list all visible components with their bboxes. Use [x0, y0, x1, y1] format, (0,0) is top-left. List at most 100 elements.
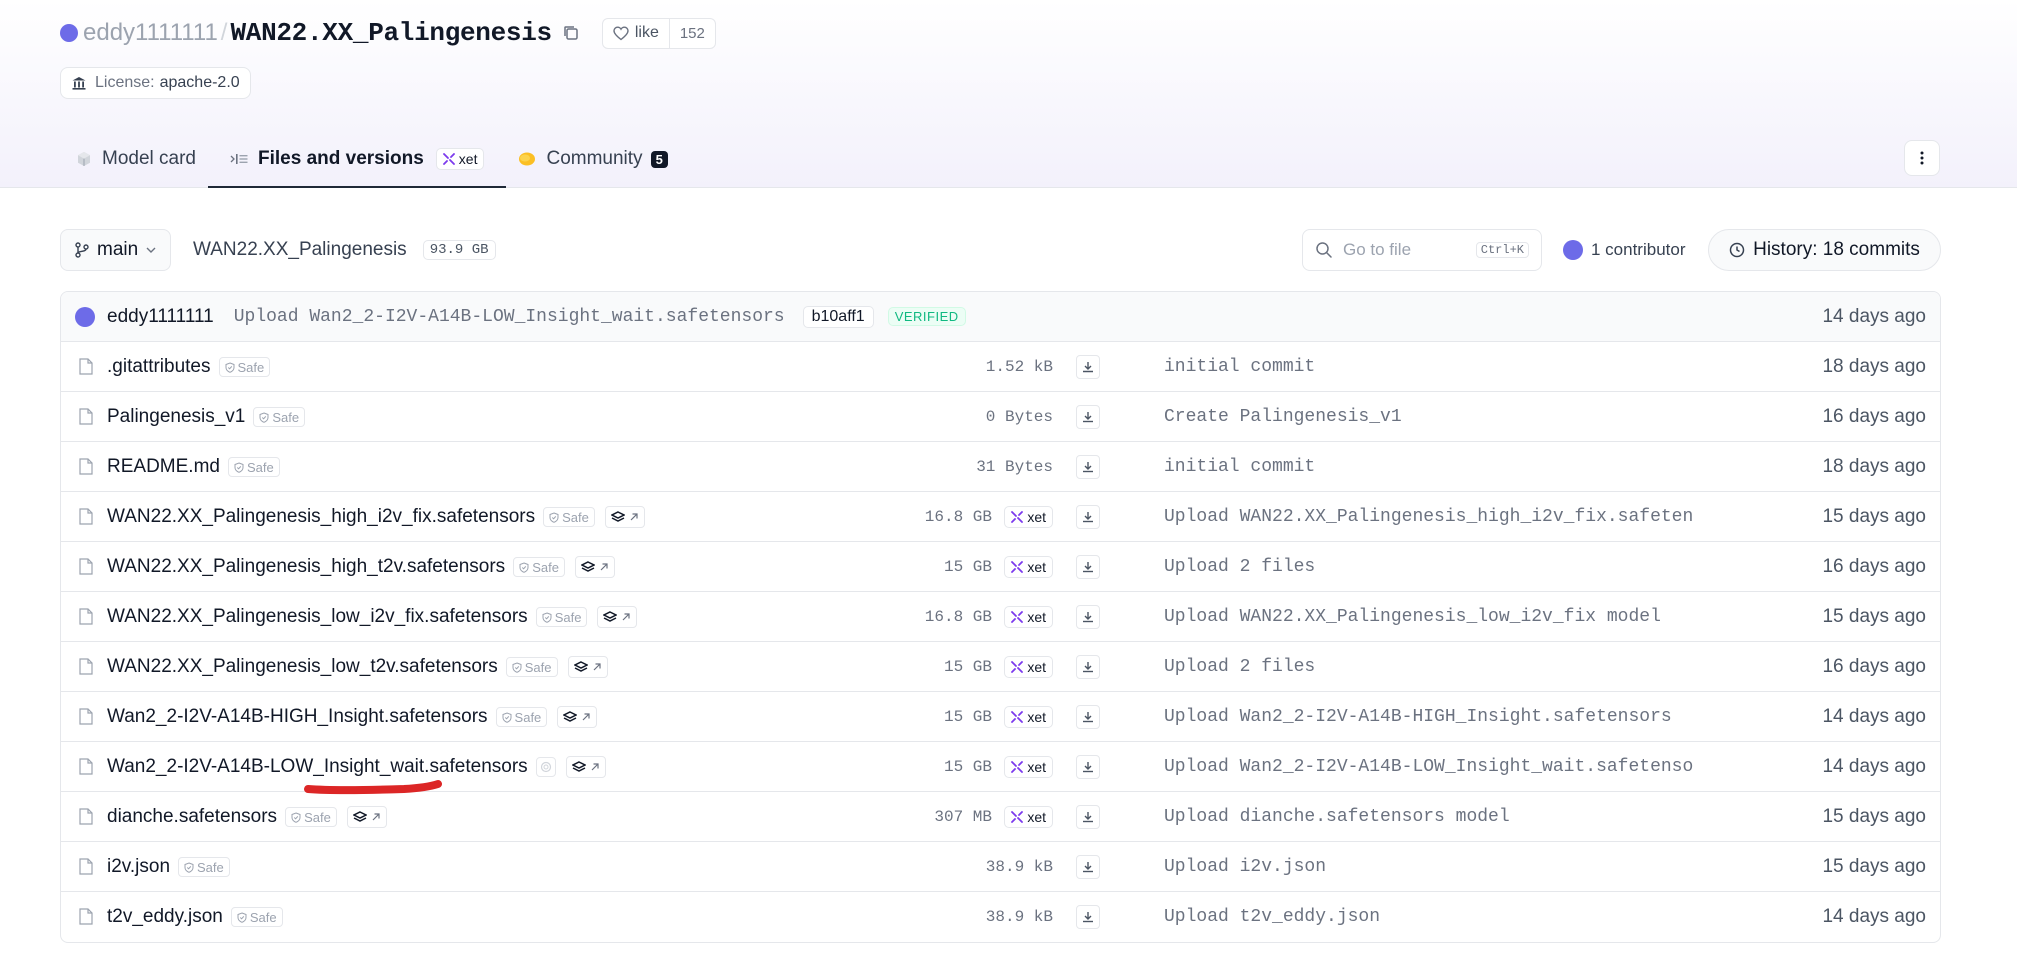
commit-hash[interactable]: b10aff1	[802, 305, 874, 328]
shield-check-icon	[237, 911, 247, 923]
file-name[interactable]: .gitattributes	[107, 356, 211, 378]
layers-badge[interactable]	[565, 756, 606, 778]
layers-badge[interactable]	[597, 606, 638, 628]
safe-badge[interactable]: Safe	[230, 907, 283, 927]
file-name[interactable]: WAN22.XX_Palingenesis_high_t2v.safetenso…	[107, 556, 505, 578]
download-icon[interactable]	[1076, 405, 1100, 429]
contributor-avatar	[1563, 240, 1583, 260]
file-row[interactable]: README.md Safe 31 Bytes initial commit 18 da…	[61, 442, 1940, 492]
file-row[interactable]: dianche.safetensors Safe 307 MB xet Upload d…	[61, 792, 1940, 842]
tab-model-card[interactable]: Model card	[70, 140, 202, 178]
scan-pending-icon[interactable]	[535, 757, 556, 777]
file-commit-message[interactable]: Upload Wan2_2-I2V-A14B-HIGH_Insight.safe…	[1164, 692, 1672, 742]
safe-badge[interactable]: Safe	[178, 857, 230, 877]
file-date: 15 days ago	[1822, 806, 1926, 827]
repo-name[interactable]: WAN22.XX_Palingenesis	[230, 18, 552, 48]
safe-badge[interactable]: Safe	[285, 807, 337, 827]
file-date: 16 days ago	[1822, 656, 1926, 677]
file-commit-message[interactable]: Upload t2v_eddy.json	[1164, 892, 1380, 942]
xet-icon	[1011, 661, 1024, 673]
file-commit-message[interactable]: Upload i2v.json	[1164, 842, 1326, 892]
history-button[interactable]: History: 18 commits	[1708, 229, 1941, 271]
file-row[interactable]: WAN22.XX_Palingenesis_high_i2v_fix.safet…	[61, 492, 1940, 542]
file-commit-message[interactable]: Upload Wan2_2-I2V-A14B-LOW_Insight_wait.…	[1164, 742, 1694, 792]
contributors-link[interactable]: 1 contributor	[1563, 229, 1686, 271]
safe-badge[interactable]: Safe	[495, 707, 548, 727]
file-name[interactable]: i2v.json	[107, 856, 170, 878]
file-commit-message[interactable]: Upload WAN22.XX_Palingenesis_low_i2v_fix…	[1164, 592, 1661, 642]
download-icon[interactable]	[1076, 755, 1100, 779]
more-options-button[interactable]	[1904, 140, 1940, 176]
copy-icon[interactable]	[562, 24, 580, 42]
safe-badge[interactable]: Safe	[543, 507, 595, 527]
go-to-file-input[interactable]	[1343, 240, 1463, 260]
file-name[interactable]: Wan2_2-I2V-A14B-HIGH_Insight.safetensors	[107, 706, 488, 728]
safe-badge[interactable]: Safe	[253, 407, 306, 427]
download-icon[interactable]	[1076, 355, 1100, 379]
file-name[interactable]: t2v_eddy.json	[107, 906, 223, 928]
file-name[interactable]: Palingenesis_v1	[107, 406, 245, 428]
tab-community[interactable]: Community 5	[512, 140, 673, 178]
file-commit-message[interactable]: Upload WAN22.XX_Palingenesis_high_i2v_fi…	[1164, 492, 1694, 542]
like-button[interactable]: like 152	[601, 17, 716, 49]
download-icon[interactable]	[1076, 655, 1100, 679]
file-row[interactable]: t2v_eddy.json Safe 38.9 kB Upload t2v_eddy.…	[61, 892, 1940, 942]
file-commit-message[interactable]: Upload 2 files	[1164, 642, 1315, 692]
layers-badge[interactable]	[346, 806, 387, 828]
download-icon[interactable]	[1076, 555, 1100, 579]
file-name-cell: WAN22.XX_Palingenesis_high_t2v.safetenso…	[107, 542, 615, 592]
safe-badge[interactable]: Safe	[505, 657, 558, 677]
file-table: eddy1111111 Upload Wan2_2-I2V-A14B-LOW_I…	[60, 291, 1941, 943]
layers-badge[interactable]	[567, 656, 608, 678]
go-to-file-search[interactable]: Ctrl+K	[1302, 229, 1542, 271]
license-badge[interactable]: License: apache-2.0	[60, 67, 251, 99]
layers-badge[interactable]	[557, 706, 598, 728]
safe-badge[interactable]: Safe	[513, 557, 565, 577]
tab-files-and-versions[interactable]: Files and versions xet	[207, 140, 507, 188]
file-row[interactable]: i2v.json Safe 38.9 kB Upload i2v.json 15 day…	[61, 842, 1940, 892]
layers-icon	[563, 711, 578, 723]
file-name[interactable]: WAN22.XX_Palingenesis_high_i2v_fix.safet…	[107, 506, 535, 528]
file-commit-message[interactable]: Create Palingenesis_v1	[1164, 392, 1402, 442]
download-icon[interactable]	[1076, 855, 1100, 879]
shield-check-icon	[234, 461, 244, 473]
download-icon[interactable]	[1076, 805, 1100, 829]
file-row[interactable]: Wan2_2-I2V-A14B-HIGH_Insight.safetensors…	[61, 692, 1940, 742]
file-row[interactable]: WAN22.XX_Palingenesis_high_t2v.safetenso…	[61, 542, 1940, 592]
file-name[interactable]: Wan2_2-I2V-A14B-LOW_Insight_wait.safeten…	[107, 756, 528, 778]
file-row[interactable]: WAN22.XX_Palingenesis_low_t2v.safetensor…	[61, 642, 1940, 692]
community-count-badge: 5	[650, 150, 668, 168]
commit-author[interactable]: eddy1111111	[107, 306, 214, 328]
owner-avatar[interactable]	[60, 24, 78, 42]
file-commit-message[interactable]: initial commit	[1164, 442, 1315, 492]
download-icon[interactable]	[1076, 505, 1100, 529]
layers-badge[interactable]	[574, 556, 615, 578]
download-icon[interactable]	[1076, 905, 1100, 929]
file-name[interactable]: README.md	[107, 456, 220, 478]
file-name[interactable]: WAN22.XX_Palingenesis_low_i2v_fix.safete…	[107, 606, 528, 628]
file-row[interactable]: WAN22.XX_Palingenesis_low_i2v_fix.safete…	[61, 592, 1940, 642]
file-commit-message[interactable]: Upload dianche.safetensors model	[1164, 792, 1510, 842]
like-label: like	[634, 24, 659, 41]
xet-badge: xet	[1004, 756, 1053, 778]
download-icon[interactable]	[1076, 705, 1100, 729]
download-icon[interactable]	[1076, 455, 1100, 479]
breadcrumb-repo[interactable]: WAN22.XX_Palingenesis	[193, 239, 407, 261]
tab-community-label: Community	[546, 148, 643, 169]
safe-badge[interactable]: Safe	[227, 457, 280, 477]
safe-badge[interactable]: Safe	[218, 357, 271, 377]
commit-message[interactable]: Upload Wan2_2-I2V-A14B-LOW_Insight_wait.…	[234, 307, 785, 327]
last-commit-row: eddy1111111 Upload Wan2_2-I2V-A14B-LOW_I…	[61, 292, 1940, 342]
file-name[interactable]: dianche.safetensors	[107, 806, 277, 828]
file-row[interactable]: .gitattributes Safe 1.52 kB initial commit 1…	[61, 342, 1940, 392]
file-row[interactable]: Palingenesis_v1 Safe 0 Bytes Create Palinge…	[61, 392, 1940, 442]
safe-badge[interactable]: Safe	[535, 607, 588, 627]
file-commit-message[interactable]: initial commit	[1164, 342, 1315, 392]
layers-badge[interactable]	[604, 506, 645, 528]
branch-selector[interactable]: main	[60, 229, 172, 271]
file-commit-message[interactable]: Upload 2 files	[1164, 542, 1315, 592]
repo-owner-link[interactable]: eddy1111111	[83, 19, 218, 47]
safe-label: Safe	[237, 359, 265, 375]
download-icon[interactable]	[1076, 605, 1100, 629]
file-name[interactable]: WAN22.XX_Palingenesis_low_t2v.safetensor…	[107, 656, 498, 678]
